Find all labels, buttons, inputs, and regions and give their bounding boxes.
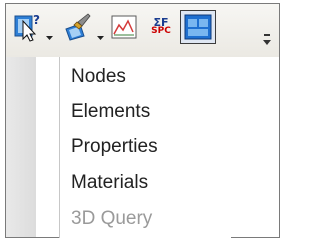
menu-item-elements[interactable]: Elements <box>71 101 150 123</box>
menu-item-materials[interactable]: Materials <box>71 172 148 194</box>
menu-item-nodes[interactable]: Nodes <box>71 66 126 88</box>
menu-item-3d-query: 3D Query <box>71 208 153 229</box>
query-dropdown-arrow[interactable] <box>45 34 54 42</box>
paint-dropdown-arrow[interactable] <box>96 34 105 42</box>
query-cursor-icon: ? <box>14 13 40 42</box>
query-tool-button[interactable]: ? <box>11 12 45 42</box>
window-layout-icon <box>184 14 212 40</box>
paint-tool-button[interactable] <box>60 12 94 42</box>
graph-button[interactable] <box>109 12 139 42</box>
spc-force-button[interactable]: ΣF SPC <box>146 12 176 42</box>
app-window: ? ΣF SPC Nodes Elements Properties Mater… <box>5 3 280 238</box>
window-layout-button[interactable] <box>180 10 216 44</box>
spc-force-icon: ΣF SPC <box>151 17 171 36</box>
menu-item-properties[interactable]: Properties <box>71 136 158 158</box>
toolbar-overflow-handle[interactable] <box>262 14 272 52</box>
graph-icon <box>111 15 137 39</box>
toolbar-grip-icon <box>263 34 271 45</box>
chevron-down-icon <box>97 35 104 40</box>
toolbar: ? ΣF SPC <box>6 4 279 57</box>
spc-label: SPC <box>151 26 171 36</box>
query-dropdown-menu: Nodes Elements Properties Materials 3D Q… <box>59 57 231 238</box>
menu-icon-rail <box>6 57 36 237</box>
paint-brush-icon <box>65 13 91 41</box>
chevron-down-icon <box>46 35 53 40</box>
svg-text:?: ? <box>33 13 40 27</box>
